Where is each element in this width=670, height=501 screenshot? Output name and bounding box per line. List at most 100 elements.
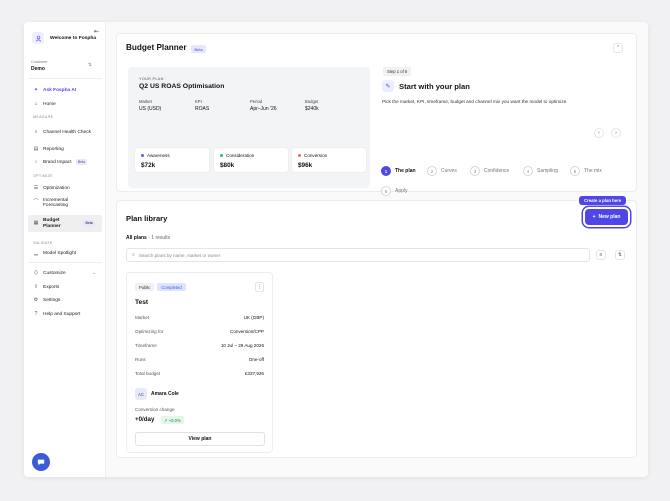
help-icon: ?	[34, 311, 38, 317]
view-plan-button[interactable]: View plan	[135, 432, 265, 446]
field-label: Budget	[305, 99, 319, 104]
sidebar-item-exports[interactable]: ⇪ Exports	[28, 281, 102, 293]
conversion-dot	[298, 154, 301, 158]
sidebar-item-reporting[interactable]: ▤ Reporting	[28, 143, 102, 155]
card-row: Timeframe 10 Jul – 29 Aug 2026	[135, 343, 264, 348]
customer-switch-icon[interactable]: ⇅	[88, 62, 92, 68]
sidebar-item-ask-ai[interactable]: ✦ Ask Fospha AI	[28, 84, 102, 96]
field-value: Apr–Jun '26	[250, 106, 277, 112]
plan-name: Test	[135, 299, 149, 306]
change-label: Conversion change	[135, 407, 175, 412]
app-window: Welcome to Fospha ⇤ Customer Demo ⇅ ✦ Ask…	[24, 22, 648, 477]
home-icon: ⌂	[34, 101, 38, 107]
sidebar-item-optimization[interactable]: ☰ Optimization	[28, 182, 102, 194]
step-the-mix[interactable]: 5 The mix	[570, 166, 602, 176]
field-value: ROAS	[195, 106, 210, 112]
sidebar-item-settings[interactable]: ⚙ Settings	[28, 294, 102, 306]
field-label: Period	[250, 99, 263, 104]
section-measure: MEASURE	[33, 115, 54, 119]
mix-value: $72k	[141, 162, 156, 169]
mix-value: $80k	[220, 162, 235, 169]
sort-button[interactable]: ⇅	[615, 250, 625, 260]
sidebar-item-customize[interactable]: ⟨⟩ Customize ⌄	[28, 267, 102, 279]
plus-icon: +	[592, 214, 596, 220]
step-confidence[interactable]: 3 Confidence	[470, 166, 509, 176]
create-plan-tooltip: Create a plan here	[579, 196, 627, 205]
chart-icon: ▁	[34, 250, 38, 256]
budget-planner-panel: Budget Planner Beta ⌃ YOUR PLAN Q2 US RO…	[116, 33, 637, 196]
all-plans-label: All plans	[126, 235, 147, 241]
prev-step-button[interactable]: ‹	[594, 128, 604, 138]
sort-icon: ⇅	[617, 252, 623, 258]
collapse-sidebar-icon[interactable]: ⇤	[94, 28, 99, 35]
chat-icon	[37, 459, 45, 466]
plan-library-panel: Plan library Create a plan here + New pla…	[116, 196, 637, 458]
beta-badge: Beta	[75, 159, 88, 165]
filter-button[interactable]: ≡	[596, 250, 606, 260]
welcome-text: Welcome to Fospha	[50, 36, 97, 41]
step-sampling[interactable]: 4 Sampling	[523, 166, 558, 176]
sidebar: Welcome to Fospha ⇤ Customer Demo ⇅ ✦ Ask…	[24, 22, 106, 477]
results-count: · 1 results	[148, 235, 171, 241]
owner-avatar: AC	[135, 388, 147, 400]
public-tag: Public	[135, 283, 155, 291]
next-step-button[interactable]: ›	[611, 128, 621, 138]
sidebar-item-budget-planner[interactable]: ▦ Budget Planner Beta	[28, 215, 102, 232]
main-content: Budget Planner Beta ⌃ YOUR PLAN Q2 US RO…	[107, 22, 648, 477]
change-badge: ↗ +0.0%	[161, 416, 184, 424]
card-row: Runs One-off	[135, 357, 264, 362]
lightbulb-icon: ♁	[34, 159, 38, 165]
page-title: Budget Planner	[126, 43, 187, 52]
new-plan-button[interactable]: + New plan	[585, 209, 628, 225]
mix-consideration: Consideration $80k	[214, 148, 288, 172]
brackets-icon: ⟨⟩	[34, 270, 38, 276]
card-row: Market UK (GBP)	[135, 315, 264, 320]
card-menu-button[interactable]: ⋮	[255, 282, 264, 292]
field-label: KPI	[195, 99, 202, 104]
chat-button[interactable]	[32, 453, 50, 471]
report-icon: ▤	[33, 146, 39, 152]
collapse-panel-button[interactable]: ⌃	[613, 43, 623, 53]
divider	[28, 262, 102, 263]
plan-title: Q2 US ROAS Optimisation	[139, 83, 225, 90]
card-row: Total budget £337,926	[135, 371, 264, 376]
step-curves[interactable]: 2 Curves	[427, 166, 457, 176]
mix-value: $96k	[298, 162, 313, 169]
sidebar-item-help[interactable]: ? Help and Support	[28, 308, 102, 320]
mix-conversion: Conversion $96k	[292, 148, 366, 172]
field-value: $240k	[305, 106, 319, 112]
sidebar-item-home[interactable]: ⌂ Home	[28, 98, 102, 110]
export-icon: ⇪	[33, 284, 39, 290]
step-apply[interactable]: 6 Apply	[381, 186, 408, 196]
customer-name[interactable]: Demo	[31, 66, 45, 72]
step-the-plan[interactable]: 1 The plan	[381, 166, 416, 176]
onboarding-description: Pick the market, KPI, timeframe, budget …	[382, 99, 568, 104]
search-icon: ⌕	[132, 252, 135, 258]
sidebar-item-incremental[interactable]: ⌒ Incremental Forecasting	[28, 196, 102, 210]
sidebar-item-brand-impact[interactable]: ♁ Brand Impact Beta	[28, 156, 102, 168]
section-optimize: OPTIMIZE	[33, 174, 53, 178]
gear-icon: ⚙	[33, 297, 39, 303]
sparkle-icon: ✦	[33, 87, 39, 93]
sidebar-item-model-spotlight[interactable]: ▁ Model Spotlight	[28, 247, 102, 259]
library-title: Plan library	[126, 214, 168, 223]
plan-card[interactable]: Public Completed ⋮ Test Market UK (GBP) O…	[126, 272, 273, 453]
owner-name: Amara Cole	[151, 391, 179, 397]
completed-tag: Completed	[157, 283, 186, 291]
avatar[interactable]	[32, 32, 44, 44]
beta-badge: Beta	[191, 45, 207, 53]
sidebar-item-channel-health[interactable]: ⌕ Channel Health Check	[28, 126, 102, 138]
field-label: Market	[139, 99, 152, 104]
step-badge: Step 1 of 6	[383, 67, 412, 76]
more-vertical-icon: ⋮	[257, 284, 262, 290]
your-plan-label: YOUR PLAN	[139, 77, 164, 81]
awareness-dot	[141, 154, 144, 158]
chevron-up-icon: ⌃	[615, 45, 621, 51]
onboarding-title: Start with your plan	[399, 82, 470, 91]
search-input[interactable]: ⌕ Search plans by name, market or owner	[126, 248, 590, 262]
beta-badge: Beta	[83, 219, 96, 228]
field-value: US (USD)	[139, 106, 162, 112]
filter-icon: ≡	[599, 252, 603, 258]
section-validate: VALIDATE	[33, 241, 53, 245]
calculator-icon: ▦	[33, 219, 39, 226]
